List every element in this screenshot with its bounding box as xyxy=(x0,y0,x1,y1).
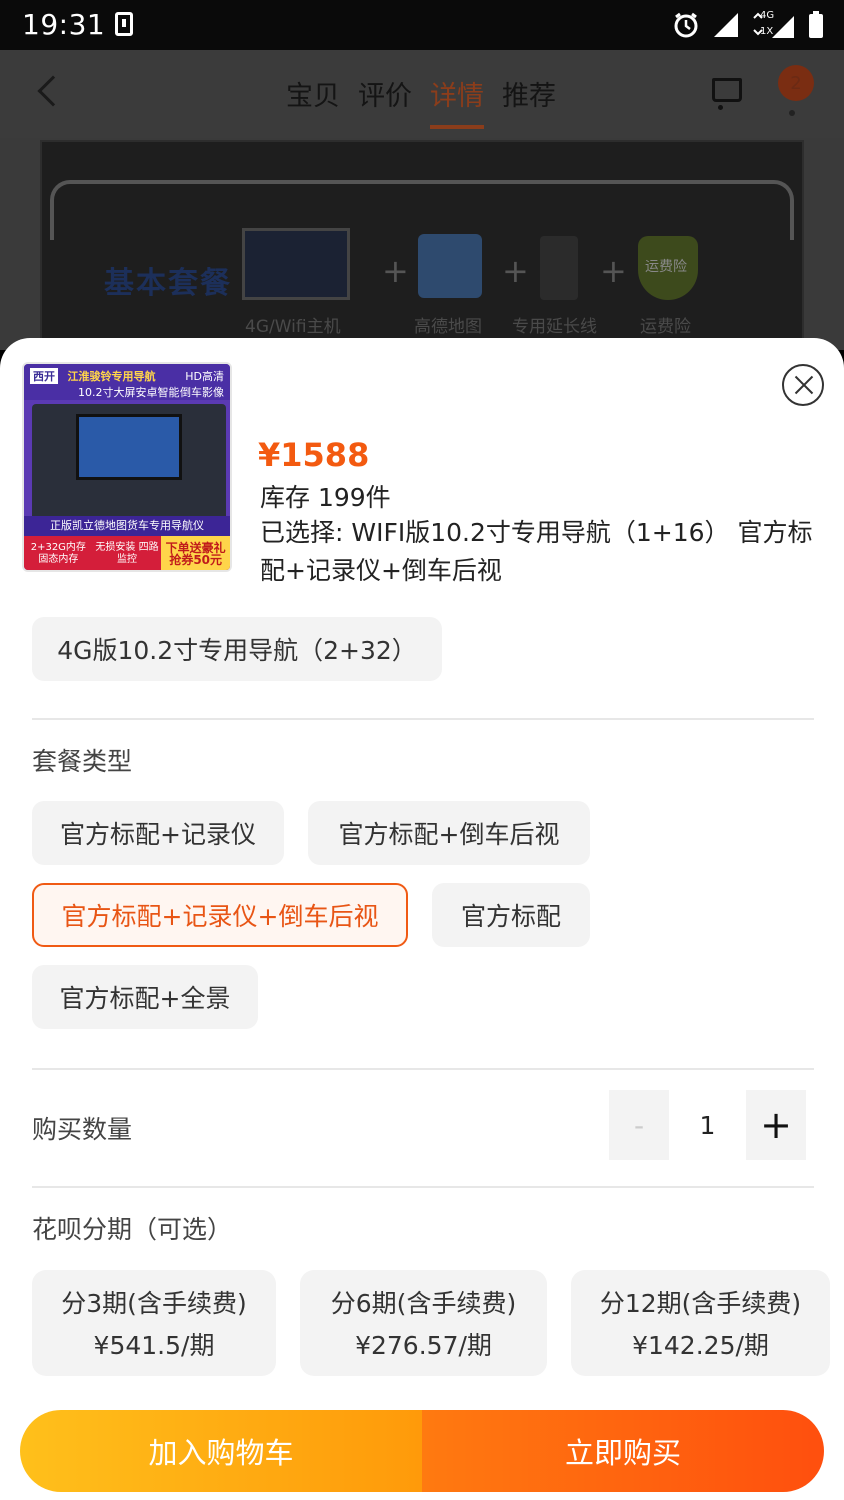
product-stock: 库存 199件 xyxy=(260,483,391,512)
divider xyxy=(32,718,814,720)
installment-label: 分12期(含手续费) xyxy=(599,1289,802,1318)
thumb-caption: 正版凯立德地图货车专用导航仪 xyxy=(24,516,230,536)
plus-icon: + xyxy=(600,252,627,290)
thumb-screen xyxy=(76,414,182,480)
thumb-logo: 西开 xyxy=(30,368,58,384)
action-bar: 加入购物车 立即购买 xyxy=(20,1410,824,1492)
banner-item-cable: 专用延长线 xyxy=(512,317,597,337)
thumb-headline: 江淮骏铃专用导航 xyxy=(67,370,156,383)
package-option[interactable]: 官方标配 xyxy=(432,883,590,947)
tab-bar: 宝贝 评价 详情 推荐 xyxy=(286,74,556,129)
status-icons: 4G 1X xyxy=(672,8,824,42)
divider xyxy=(32,1186,814,1188)
banner-item-map: 高德地图 xyxy=(414,317,482,337)
badge-dot xyxy=(789,110,795,116)
cart-badge[interactable]: 2 xyxy=(778,65,814,101)
banner-item-insurance: 运费险 xyxy=(640,317,691,337)
tab-item[interactable]: 宝贝 xyxy=(286,74,340,123)
status-time: 19:31 xyxy=(22,8,106,41)
installment-option[interactable]: 分6期(含手续费) ¥276.57/期 xyxy=(300,1270,547,1376)
sku-sheet: 西开 江淮骏铃专用导航 HD高清 10.2寸大屏安卓智能 倒车影像 正版凯立德地… xyxy=(0,338,844,1500)
tab-details[interactable]: 详情 xyxy=(430,74,484,129)
head-unit-image xyxy=(242,228,350,300)
thumb-sub: 10.2寸大屏安卓智能 xyxy=(78,386,180,399)
tab-recommend[interactable]: 推荐 xyxy=(502,74,556,123)
cable-image xyxy=(540,236,578,300)
installment-option[interactable]: 分3期(含手续费) ¥541.5/期 xyxy=(32,1270,276,1376)
quantity-title: 购买数量 xyxy=(32,1115,133,1144)
thumb-foot-memory: 2+32G内存 固态内存 xyxy=(30,542,86,565)
installment-amount: ¥142.25/期 xyxy=(632,1331,769,1360)
package-option-selected[interactable]: 官方标配+记录仪+倒车后视 xyxy=(32,883,408,947)
banner-item-host: 4G/Wifi主机 xyxy=(245,317,341,337)
installment-option[interactable]: 分12期(含手续费) ¥142.25/期 xyxy=(571,1270,830,1376)
installment-label: 分6期(含手续费) xyxy=(330,1289,517,1318)
network-type-icon: 4G 1X xyxy=(752,10,796,40)
quantity-input[interactable]: 1 xyxy=(671,1090,744,1160)
top-navbar: 宝贝 评价 详情 推荐 2 xyxy=(0,50,844,138)
version-option[interactable]: 4G版10.2寸专用导航（2+32） xyxy=(32,617,442,681)
plus-icon: + xyxy=(502,252,529,290)
divider xyxy=(32,1068,814,1070)
package-option[interactable]: 官方标配+倒车后视 xyxy=(308,801,590,865)
tab-reviews[interactable]: 评价 xyxy=(358,74,412,123)
battery-icon xyxy=(809,11,823,38)
banner-frame xyxy=(50,180,794,240)
selected-summary: 已选择: WIFI版10.2寸专用导航（1+16） 官方标配+记录仪+倒车后视 xyxy=(260,518,813,585)
buy-now-button[interactable]: 立即购买 xyxy=(422,1410,824,1492)
product-thumbnail: 西开 江淮骏铃专用导航 HD高清 10.2寸大屏安卓智能 倒车影像 正版凯立德地… xyxy=(22,362,232,572)
thumb-header: 西开 江淮骏铃专用导航 HD高清 10.2寸大屏安卓智能 倒车影像 xyxy=(24,364,230,400)
thumb-footer: 2+32G内存 固态内存 无损安装 四路监控 下单送豪礼 抢券50元 xyxy=(24,536,230,570)
thumb-tag: HD高清 xyxy=(185,370,224,383)
product-price: ¥1588 xyxy=(258,436,370,474)
package-option[interactable]: 官方标配+记录仪 xyxy=(32,801,284,865)
status-bar: 19:31 4G 1X xyxy=(0,0,844,50)
alarm-icon xyxy=(674,12,698,38)
package-option[interactable]: 官方标配+全景 xyxy=(32,965,258,1029)
cart-icon[interactable] xyxy=(712,78,742,111)
sim-icon xyxy=(115,12,133,36)
plus-icon: + xyxy=(382,252,409,290)
back-icon[interactable] xyxy=(37,75,69,107)
thumb-foot-install: 无损安装 四路监控 xyxy=(95,542,159,565)
quantity-plus-button[interactable]: + xyxy=(746,1090,806,1160)
thumb-tag2: 倒车影像 xyxy=(180,386,224,399)
installment-amount: ¥276.57/期 xyxy=(355,1331,492,1360)
quantity-minus-button[interactable]: - xyxy=(609,1090,669,1160)
installment-label: 分3期(含手续费) xyxy=(61,1289,247,1318)
add-to-cart-button[interactable]: 加入购物车 xyxy=(20,1410,422,1492)
map-app-icon xyxy=(418,234,482,298)
thumb-promo: 下单送豪礼 抢券50元 xyxy=(161,536,230,570)
package-title: 套餐类型 xyxy=(32,747,133,776)
shield-label: 运费险 xyxy=(645,259,687,275)
quantity-stepper: - 1 + xyxy=(609,1090,806,1160)
installment-amount: ¥541.5/期 xyxy=(93,1331,215,1360)
close-icon[interactable] xyxy=(782,364,824,406)
installment-title: 花呗分期（可选） xyxy=(32,1215,233,1244)
banner-title: 基本套餐 xyxy=(104,266,232,301)
signal-icon xyxy=(714,13,738,37)
